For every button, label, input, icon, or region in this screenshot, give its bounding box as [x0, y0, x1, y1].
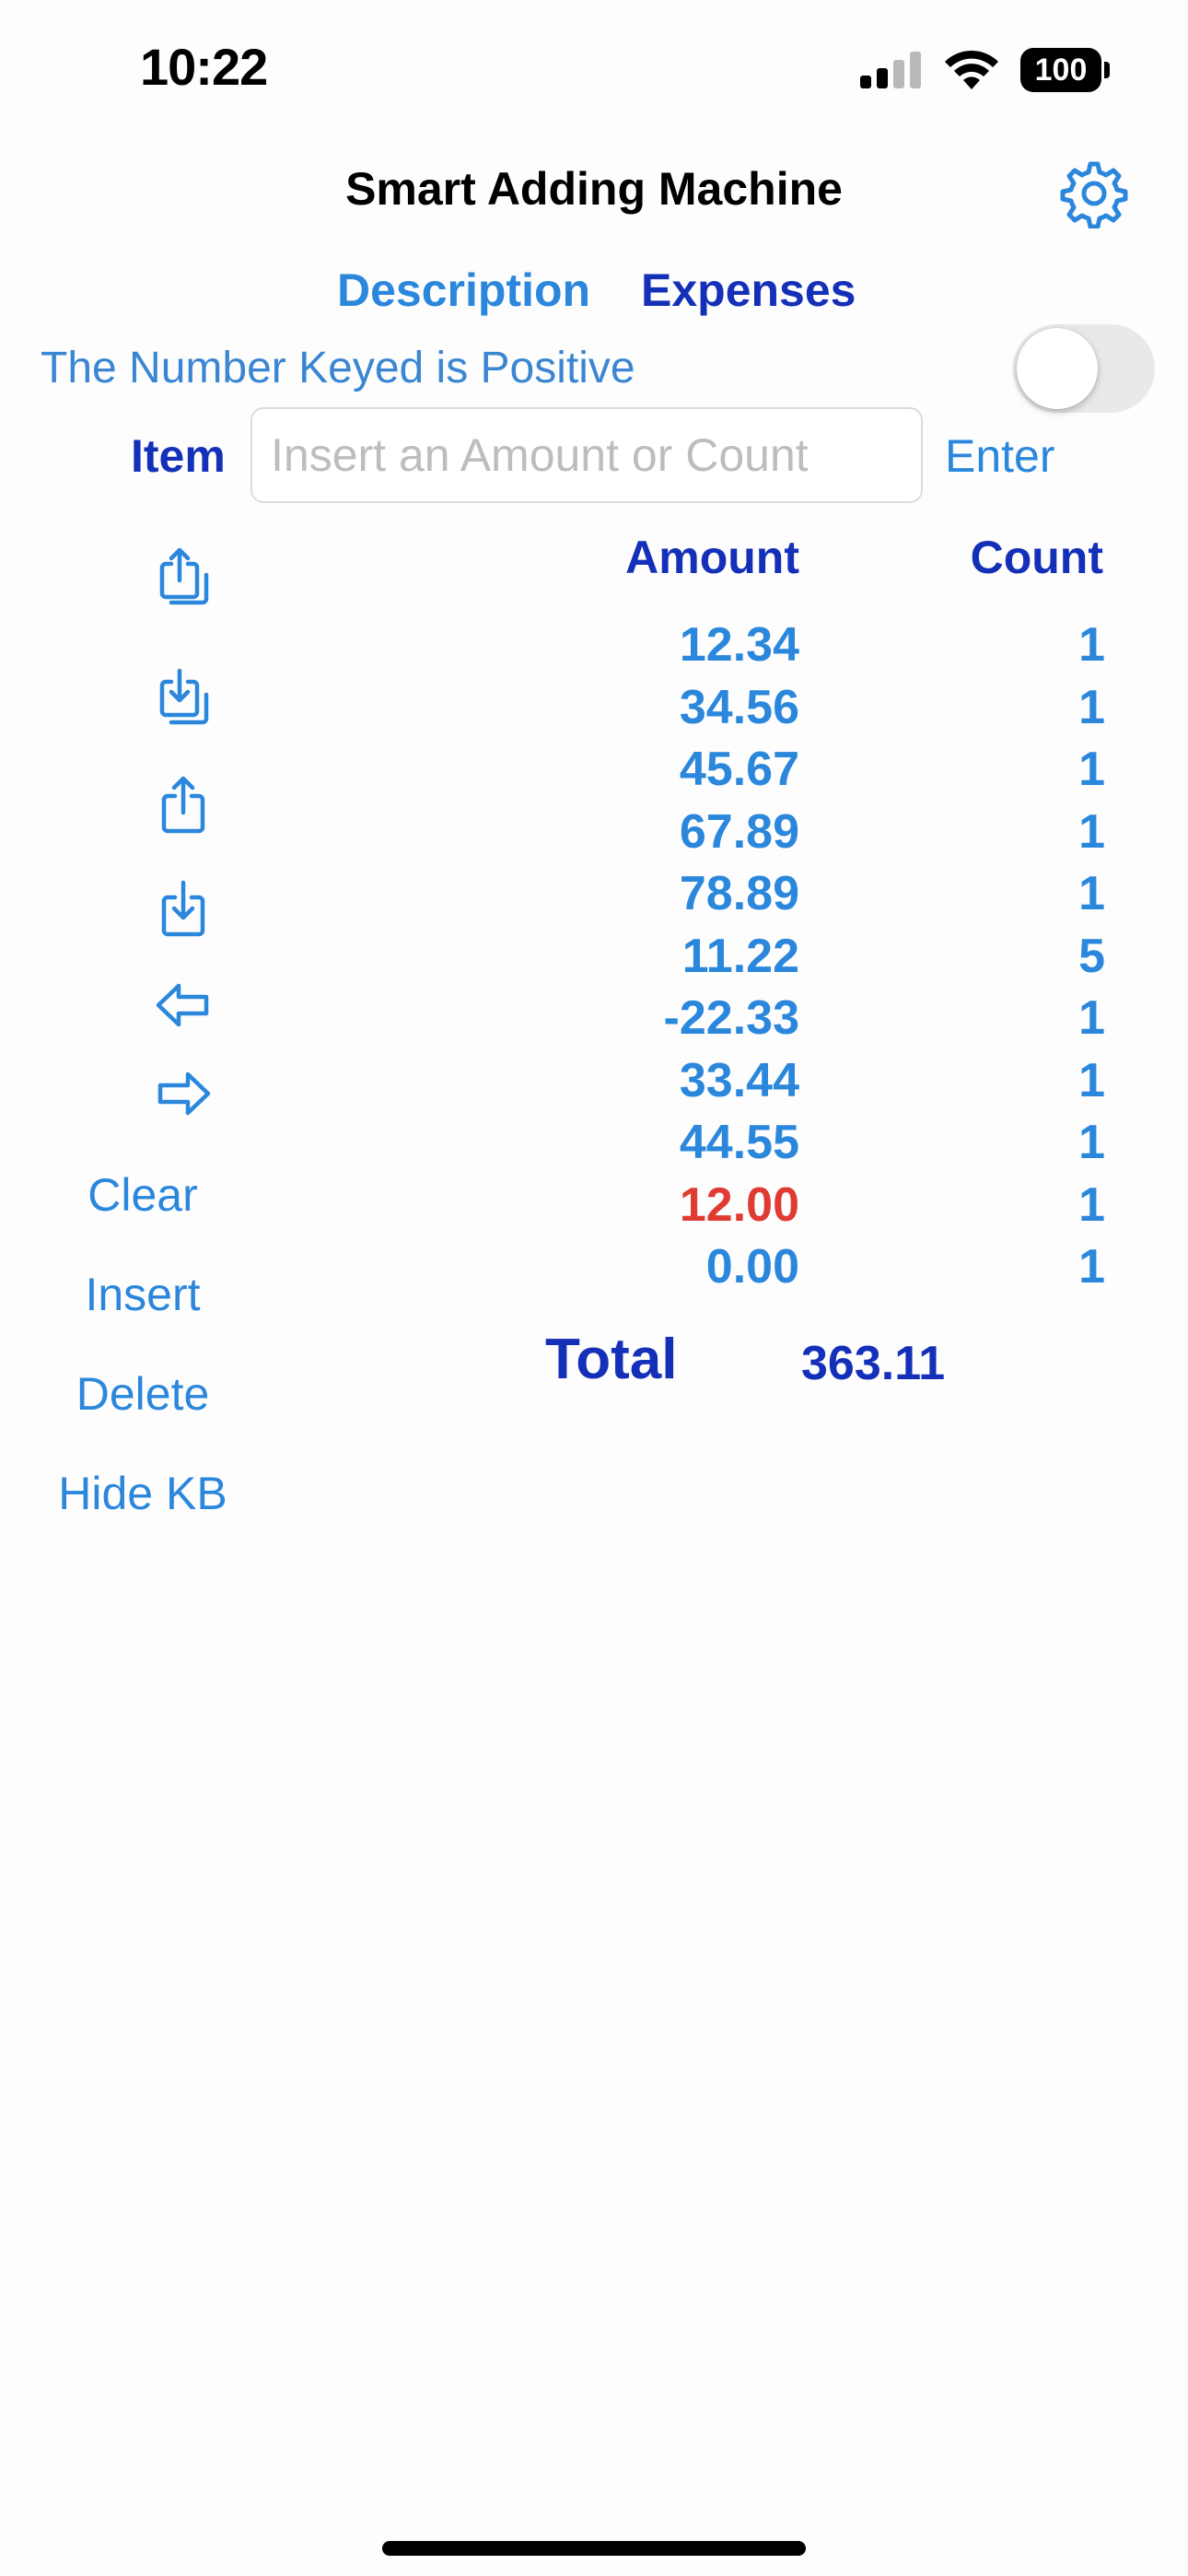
table-row[interactable]: 34.56 1 — [553, 680, 1105, 743]
tab-expenses[interactable]: Expenses — [641, 263, 856, 317]
home-indicator — [382, 2541, 806, 2556]
gear-icon[interactable] — [1059, 158, 1129, 228]
toggle-knob — [1017, 328, 1098, 409]
row-count: 1 — [1078, 1116, 1105, 1169]
count-column-header: Count — [970, 532, 1103, 583]
table-row[interactable]: -22.33 1 — [553, 990, 1105, 1053]
row-amount: 0.00 — [705, 1240, 799, 1294]
page-title: Smart Adding Machine — [345, 163, 843, 215]
table-row[interactable]: 11.22 5 — [553, 929, 1105, 991]
row-count: 1 — [1078, 804, 1105, 859]
row-amount: 44.55 — [679, 1116, 799, 1169]
positive-toggle[interactable] — [1013, 324, 1155, 413]
row-count: 1 — [1078, 1053, 1105, 1107]
table-row[interactable]: 12.34 1 — [553, 617, 1105, 680]
table-row[interactable]: 12.00 1 — [553, 1177, 1105, 1240]
clear-button[interactable]: Clear — [0, 1168, 285, 1222]
cellular-signal-icon — [860, 52, 921, 88]
status-time: 10:22 — [140, 38, 268, 96]
hide-keyboard-button[interactable]: Hide KB — [0, 1467, 285, 1520]
battery-icon: 100 — [1020, 48, 1110, 92]
row-amount: 78.89 — [679, 867, 799, 920]
table-row[interactable]: 45.67 1 — [553, 742, 1105, 804]
table-row[interactable]: 67.89 1 — [553, 804, 1105, 867]
row-amount: 11.22 — [681, 929, 799, 983]
row-count: 1 — [1078, 1177, 1105, 1232]
arrow-right-icon[interactable] — [153, 1063, 214, 1124]
row-count: 1 — [1078, 867, 1105, 920]
tab-description[interactable]: Description — [337, 263, 590, 317]
total-value: 363.11 — [801, 1337, 946, 1390]
total-label: Total — [545, 1328, 678, 1391]
entries-list: 12.34 1 34.56 1 45.67 1 67.89 1 78.89 1 11.22 5 -22.… — [553, 617, 1105, 1302]
row-amount: 12.00 — [679, 1177, 799, 1232]
status-icons: 100 — [858, 48, 1110, 92]
table-row[interactable]: 33.44 1 — [553, 1053, 1105, 1116]
row-amount: -22.33 — [663, 991, 799, 1045]
table-row[interactable]: 0.00 1 — [553, 1239, 1105, 1302]
row-amount: 12.34 — [679, 618, 799, 672]
delete-button[interactable]: Delete — [0, 1367, 285, 1421]
table-row[interactable]: 44.55 1 — [553, 1115, 1105, 1177]
insert-button[interactable]: Insert — [0, 1268, 285, 1321]
row-count: 5 — [1078, 929, 1105, 983]
wifi-icon — [945, 50, 998, 89]
positive-toggle-label: The Number Keyed is Positive — [41, 344, 635, 392]
item-label: Item — [131, 430, 226, 482]
share-icon[interactable] — [153, 776, 214, 837]
download-icon[interactable] — [153, 879, 214, 940]
import-stack-icon[interactable] — [153, 667, 214, 728]
row-amount: 34.56 — [679, 680, 799, 734]
arrow-left-icon[interactable] — [153, 975, 214, 1036]
row-count: 1 — [1078, 991, 1105, 1045]
row-amount: 45.67 — [679, 743, 799, 796]
battery-level: 100 — [1034, 52, 1088, 88]
row-count: 1 — [1078, 743, 1105, 796]
row-amount: 33.44 — [679, 1053, 799, 1107]
table-row[interactable]: 78.89 1 — [553, 866, 1105, 929]
row-count: 1 — [1078, 680, 1105, 734]
amount-input[interactable] — [250, 407, 923, 503]
row-amount: 67.89 — [679, 804, 799, 859]
amount-column-header: Amount — [625, 532, 799, 583]
export-stack-icon[interactable] — [153, 547, 214, 608]
row-count: 1 — [1078, 618, 1105, 672]
row-count: 1 — [1078, 1240, 1105, 1294]
enter-button[interactable]: Enter — [945, 429, 1055, 483]
